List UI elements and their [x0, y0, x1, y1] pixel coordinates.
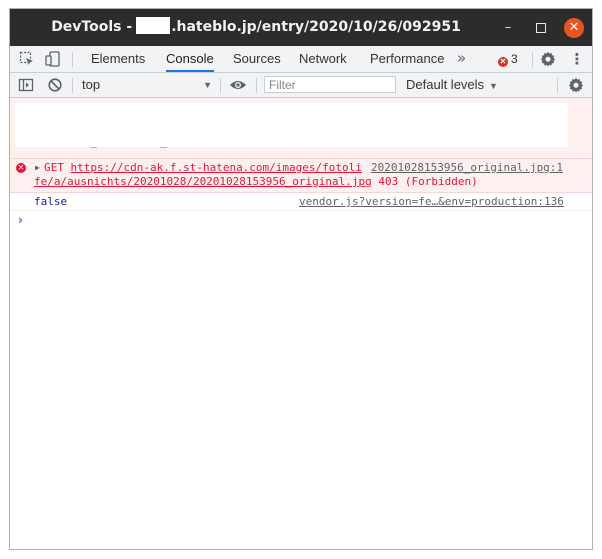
clear-console-button[interactable]	[47, 77, 63, 93]
redaction-mark	[90, 147, 97, 148]
request-url-link-continued[interactable]: fe/a/ausnichts/20201028/20201028153956_o…	[34, 175, 372, 188]
tab-elements[interactable]: Elements	[91, 46, 145, 72]
live-expression-button[interactable]	[229, 77, 246, 93]
console-error-message: ✕ ▶ GET https://cdn-ak.f.st-hatena.com/i…	[10, 159, 592, 193]
error-line-2: fe/a/ausnichts/20201028/20201028153956_o…	[34, 175, 478, 188]
title-bar: DevTools - .hateblo.jp/entry/2020/10/26/0…	[10, 9, 592, 46]
inspect-element-button[interactable]	[19, 51, 35, 67]
error-icon: ✕	[16, 163, 26, 173]
redaction-mark	[160, 147, 167, 148]
kebab-menu-icon: ⋮	[569, 50, 585, 68]
expand-triangle-icon[interactable]: ▶	[35, 163, 40, 172]
console-settings-button[interactable]	[568, 77, 584, 93]
execution-context-value: top	[82, 77, 101, 92]
dropdown-arrow-icon: ▼	[203, 80, 212, 90]
inspect-cursor-icon	[19, 51, 33, 65]
request-url-link[interactable]: https://cdn-ak.f.st-hatena.com/images/fo…	[71, 161, 362, 174]
tab-sources[interactable]: Sources	[233, 46, 281, 72]
device-toolbar-button[interactable]	[45, 51, 61, 67]
console-toolbar: top ▼ Default levels ▼	[10, 73, 592, 98]
minimize-button[interactable]: –	[498, 18, 518, 38]
error-icon: ✕	[498, 57, 508, 67]
error-source-link[interactable]: 20201028153956_original.jpg:1	[371, 161, 563, 174]
console-prompt-chevron-icon[interactable]: ›	[18, 213, 23, 227]
tab-network[interactable]: Network	[299, 46, 347, 72]
toggle-sidebar-button[interactable]	[18, 77, 34, 93]
console-log-message: false vendor.js?version=fe…&env=producti…	[10, 193, 592, 211]
double-chevron-icon: »	[457, 49, 467, 67]
devtools-tabs-bar: Elements Console Sources Network Perform…	[10, 46, 592, 73]
eye-icon	[230, 81, 246, 89]
close-button[interactable]: ✕	[564, 18, 584, 38]
sidebar-toggle-icon	[18, 78, 34, 92]
http-method: GET	[44, 161, 64, 174]
toolbar-divider	[256, 78, 257, 93]
toolbar-divider	[72, 52, 73, 67]
dropdown-arrow-icon: ▼	[489, 81, 498, 91]
maximize-button[interactable]	[531, 18, 551, 38]
window-title-suffix: .hateblo.jp/entry/2020/10/26/092951	[171, 19, 461, 35]
error-count: 3	[511, 52, 518, 66]
more-tabs-button[interactable]: »	[457, 46, 466, 72]
log-levels-label: Default levels	[406, 77, 485, 92]
redacted-block	[136, 17, 171, 34]
error-count-badge[interactable]: ✕ 3	[498, 52, 518, 67]
execution-context-select[interactable]: top ▼	[82, 73, 212, 97]
close-icon: ✕	[568, 20, 580, 35]
toolbar-divider	[220, 78, 221, 93]
block-icon	[48, 78, 62, 92]
http-status: 403 (Forbidden)	[378, 175, 478, 188]
error-line-1: GET https://cdn-ak.f.st-hatena.com/image…	[44, 161, 362, 174]
settings-button[interactable]	[540, 51, 556, 67]
toolbar-divider	[72, 78, 73, 93]
maximize-icon	[536, 22, 546, 33]
minimize-icon: –	[504, 20, 512, 35]
more-options-button[interactable]: ⋮	[569, 51, 585, 67]
tab-performance[interactable]: Performance	[370, 46, 444, 72]
log-levels-select[interactable]: Default levels ▼	[406, 73, 498, 97]
console-messages[interactable]: ✕ ▶ GET https://cdn-ak.f.st-hatena.com/i…	[10, 98, 592, 549]
toolbar-divider	[557, 78, 558, 93]
redacted-error-message	[10, 98, 592, 159]
device-mode-icon	[45, 51, 60, 67]
window-title-prefix: DevTools -	[51, 19, 133, 35]
redacted-content	[15, 103, 568, 147]
log-value: false	[34, 195, 68, 208]
gear-icon	[568, 77, 584, 93]
tab-console[interactable]: Console	[166, 46, 214, 72]
devtools-window: DevTools - .hateblo.jp/entry/2020/10/26/0…	[9, 8, 593, 550]
toolbar-divider	[532, 52, 533, 67]
window-title: DevTools - .hateblo.jp/entry/2020/10/26/0…	[10, 9, 502, 46]
filter-input[interactable]	[264, 76, 396, 93]
log-source-link[interactable]: vendor.js?version=fe…&env=production:136	[299, 195, 564, 208]
gear-icon	[540, 51, 556, 67]
